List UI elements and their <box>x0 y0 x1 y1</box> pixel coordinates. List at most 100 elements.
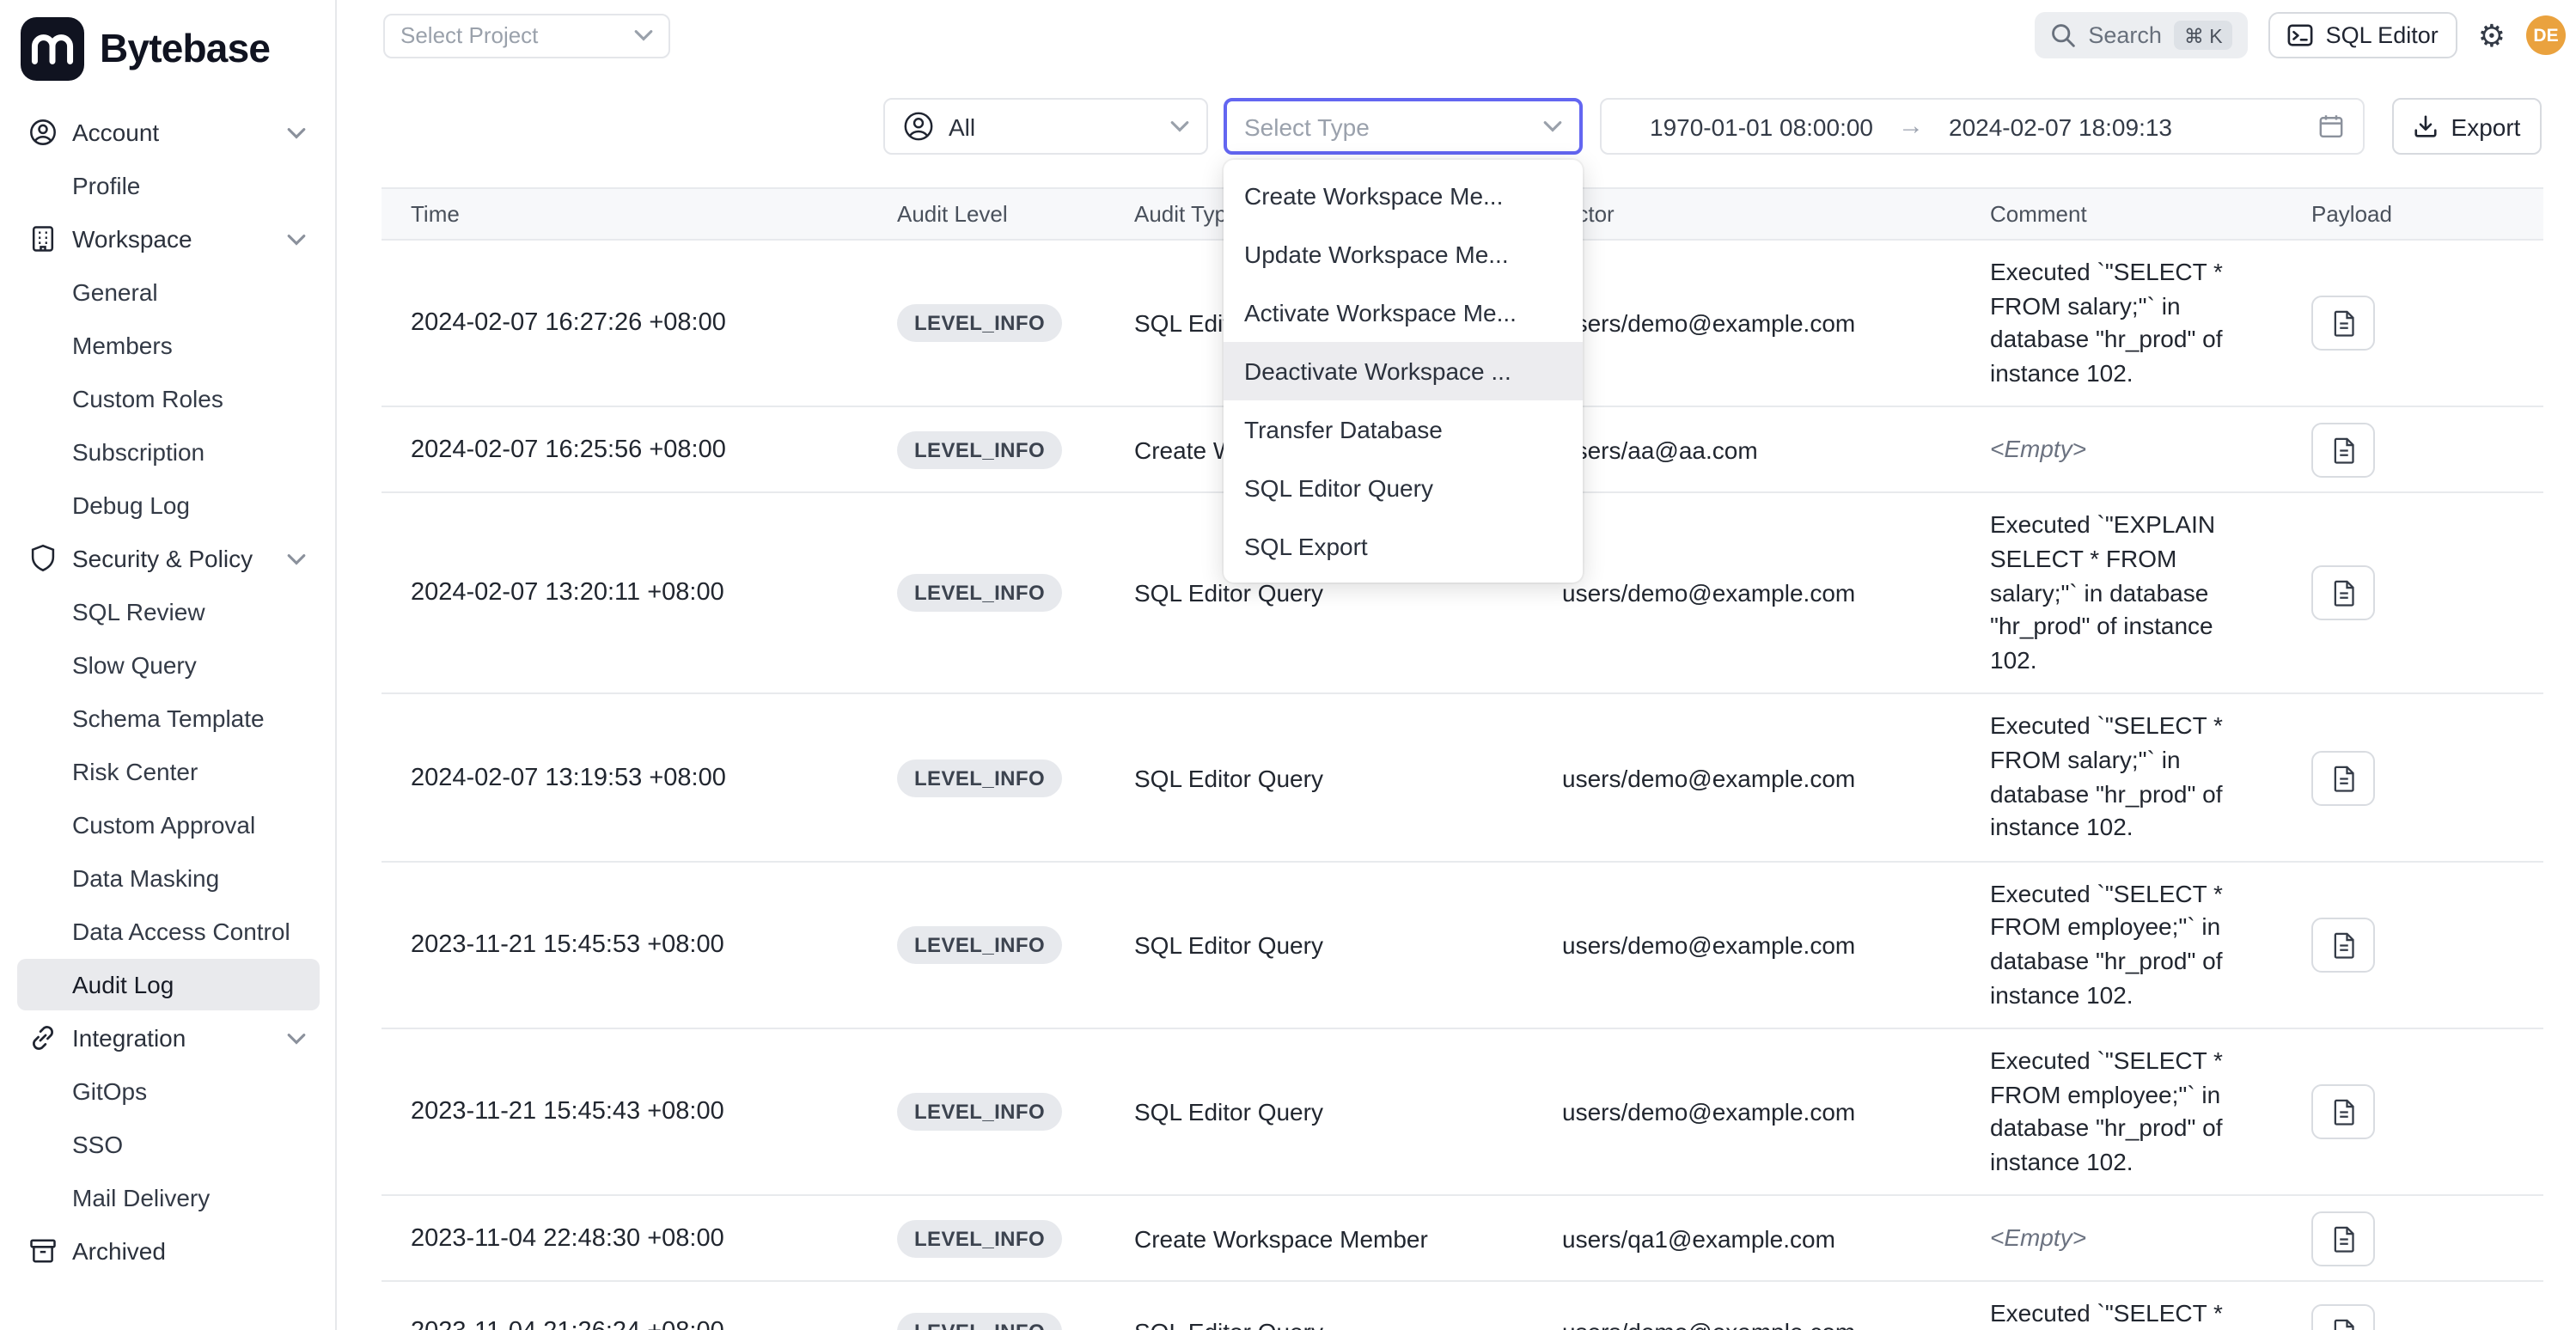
level-badge: LEVEL_INFO <box>897 1220 1062 1258</box>
date-from-value[interactable]: 1970-01-01 08:00:00 <box>1650 113 1873 140</box>
avatar[interactable]: DE <box>2526 15 2566 55</box>
sidebar-item-gitops[interactable]: GitOps <box>17 1065 320 1117</box>
level-badge: LEVEL_INFO <box>897 759 1062 796</box>
sidebar-section-security-policy[interactable]: Security & Policy <box>17 533 320 584</box>
arrow-right-icon: → <box>1873 112 1949 141</box>
audit-payload <box>2282 423 2543 478</box>
audit-actor: users/demo@example.com <box>1533 1099 1961 1126</box>
gear-icon[interactable]: ⚙ <box>2478 20 2506 51</box>
sidebar-section-account[interactable]: Account <box>17 107 320 158</box>
sidebar-item-subscription[interactable]: Subscription <box>17 426 320 478</box>
type-dropdown: Create Workspace Me... Update Workspace … <box>1224 160 1583 583</box>
actor-filter-select[interactable]: All <box>883 98 1208 155</box>
sidebar-item-risk-center[interactable]: Risk Center <box>17 746 320 797</box>
sidebar-item-sql-review[interactable]: SQL Review <box>17 586 320 638</box>
audit-level: LEVEL_INFO <box>868 431 1105 469</box>
audit-actor: users/demo@example.com <box>1533 1318 1961 1330</box>
project-select[interactable]: Select Project <box>383 13 670 58</box>
date-to-value[interactable]: 2024-02-07 18:09:13 <box>1949 113 2172 140</box>
level-badge: LEVEL_INFO <box>897 575 1062 613</box>
file-icon <box>2331 309 2355 337</box>
sidebar-section-label: Archived <box>72 1237 166 1265</box>
payload-button[interactable] <box>2311 750 2375 805</box>
sidebar-item-schema-template[interactable]: Schema Template <box>17 692 320 744</box>
chevron-down-icon <box>634 29 653 41</box>
payload-button[interactable] <box>2311 296 2375 351</box>
audit-type: SQL Editor Query <box>1105 764 1533 791</box>
sidebar-item-mail-delivery[interactable]: Mail Delivery <box>17 1172 320 1223</box>
table-row: 2023-11-04 21:26:24 +08:00 LEVEL_INFO SQ… <box>382 1283 2543 1330</box>
search-button[interactable]: Search ⌘ K <box>2035 12 2248 58</box>
audit-payload <box>2282 296 2543 351</box>
audit-time: 2023-11-21 15:45:53 +08:00 <box>382 931 868 959</box>
sidebar-item-sso[interactable]: SSO <box>17 1119 320 1170</box>
dropdown-option-sql-export[interactable]: SQL Export <box>1224 517 1583 576</box>
audit-actor: users/demo@example.com <box>1533 580 1961 607</box>
date-range-picker[interactable]: 1970-01-01 08:00:00 → 2024-02-07 18:09:1… <box>1600 98 2365 155</box>
chevron-down-icon <box>287 233 306 245</box>
audit-level: LEVEL_INFO <box>868 1313 1105 1330</box>
chevron-down-icon <box>1170 120 1189 132</box>
audit-time: 2024-02-07 13:20:11 +08:00 <box>382 580 868 607</box>
sidebar-item-data-masking[interactable]: Data Masking <box>17 852 320 904</box>
sidebar-item-profile[interactable]: Profile <box>17 160 320 211</box>
workspace-icon <box>27 223 58 254</box>
dropdown-option-activate-workspace-me[interactable]: Activate Workspace Me... <box>1224 284 1583 342</box>
col-payload: Payload <box>2282 201 2543 227</box>
audit-actor: users/qa1@example.com <box>1533 1225 1961 1253</box>
dropdown-option-update-workspace-me[interactable]: Update Workspace Me... <box>1224 225 1583 284</box>
payload-button[interactable] <box>2311 918 2375 973</box>
sidebar-item-data-access-control[interactable]: Data Access Control <box>17 906 320 957</box>
type-filter-placeholder: Select Type <box>1244 113 1543 140</box>
download-icon <box>2414 113 2439 139</box>
sidebar-item-general[interactable]: General <box>17 266 320 318</box>
sidebar-section-workspace[interactable]: Workspace <box>17 213 320 265</box>
audit-type: SQL Editor Query <box>1105 580 1533 607</box>
shield-icon <box>27 543 58 574</box>
level-badge: LEVEL_INFO <box>897 304 1062 342</box>
sidebar-section-label: Security & Policy <box>72 545 253 572</box>
audit-time: 2023-11-04 22:48:30 +08:00 <box>382 1225 868 1253</box>
payload-button[interactable] <box>2311 1304 2375 1330</box>
audit-type: SQL Editor Query <box>1105 1318 1533 1330</box>
dropdown-option-sql-editor-query[interactable]: SQL Editor Query <box>1224 459 1583 517</box>
file-icon <box>2331 764 2355 791</box>
sidebar-item-members[interactable]: Members <box>17 320 320 371</box>
table-row: 2023-11-21 15:45:53 +08:00 LEVEL_INFO SQ… <box>382 862 2543 1029</box>
export-button[interactable]: Export <box>2392 98 2542 155</box>
main-content: Select Project Search ⌘ K SQL <box>337 0 2576 1330</box>
type-filter-select[interactable]: Select Type <box>1224 98 1583 155</box>
sql-editor-label: SQL Editor <box>2326 22 2439 48</box>
audit-comment: Executed `"SELECT * FROM salary;"` in da… <box>1961 695 2282 861</box>
chevron-down-icon <box>287 1032 306 1044</box>
audit-level: LEVEL_INFO <box>868 759 1105 796</box>
sidebar-item-custom-roles[interactable]: Custom Roles <box>17 373 320 424</box>
audit-time: 2024-02-07 13:19:53 +08:00 <box>382 764 868 791</box>
audit-comment: Executed `"SELECT * FROM salary;"` in da… <box>1961 241 2282 406</box>
sidebar-item-custom-approval[interactable]: Custom Approval <box>17 799 320 851</box>
payload-button[interactable] <box>2311 566 2375 621</box>
dropdown-option-create-workspace-me[interactable]: Create Workspace Me... <box>1224 167 1583 225</box>
chevron-down-icon <box>287 552 306 564</box>
sidebar-section-label: Integration <box>72 1024 186 1052</box>
file-icon <box>2331 1225 2355 1253</box>
payload-button[interactable] <box>2311 1211 2375 1266</box>
payload-button[interactable] <box>2311 423 2375 478</box>
dropdown-option-transfer-database[interactable]: Transfer Database <box>1224 400 1583 459</box>
sidebar-item-audit-log[interactable]: Audit Log <box>17 959 320 1010</box>
sql-editor-button[interactable]: SQL Editor <box>2269 12 2457 58</box>
sidebar-section-integration[interactable]: Integration <box>17 1012 320 1064</box>
audit-payload <box>2282 918 2543 973</box>
brand[interactable]: Bytebase <box>17 10 320 86</box>
chevron-down-icon <box>1543 120 1562 132</box>
sidebar-item-slow-query[interactable]: Slow Query <box>17 639 320 691</box>
dropdown-option-deactivate-workspace[interactable]: Deactivate Workspace ... <box>1224 342 1583 400</box>
sidebar-section-label: Account <box>72 119 159 146</box>
audit-actor: users/demo@example.com <box>1533 309 1961 337</box>
audit-type: SQL Editor Query <box>1105 1099 1533 1126</box>
sidebar-section-archived[interactable]: Archived <box>17 1225 320 1277</box>
archive-icon <box>27 1235 58 1266</box>
sidebar-item-debug-log[interactable]: Debug Log <box>17 479 320 531</box>
audit-payload <box>2282 750 2543 805</box>
payload-button[interactable] <box>2311 1085 2375 1140</box>
